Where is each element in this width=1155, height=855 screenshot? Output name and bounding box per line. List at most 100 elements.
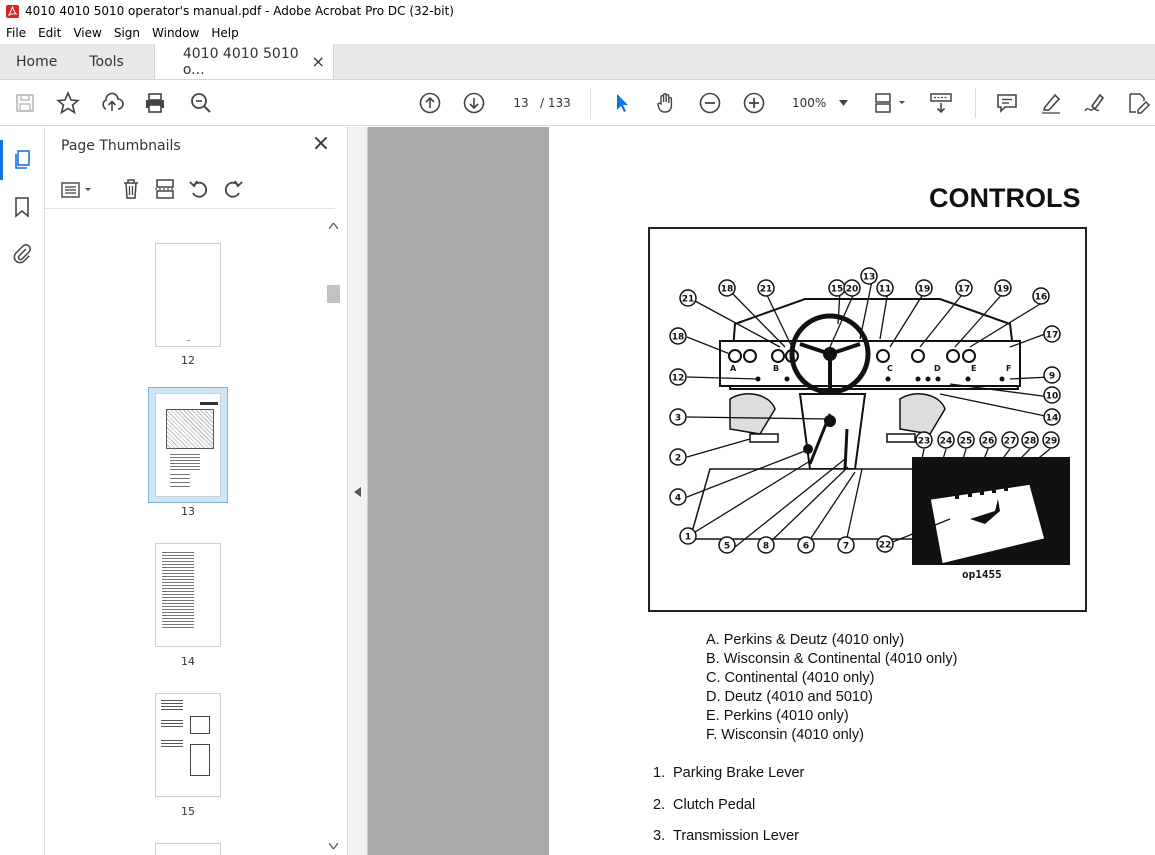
collapse-left-icon[interactable] (354, 487, 361, 497)
menu-sign[interactable]: Sign (108, 26, 146, 40)
callout-16: 16 (1032, 287, 1050, 309)
callout-1: 1 (679, 527, 697, 549)
scroll-down-icon[interactable] (329, 843, 338, 849)
print-icon[interactable] (143, 91, 167, 115)
comment-icon[interactable] (995, 91, 1019, 115)
controls-list-item: 1. Parking Brake Lever (653, 765, 804, 797)
scroll-up-icon[interactable] (329, 223, 338, 229)
svg-text:12: 12 (672, 374, 685, 384)
thumbnails-panel: Page Thumbnails × 12 13 14 15 (45, 127, 348, 855)
callout-10: 10 (1043, 386, 1061, 408)
page-thumbnails-icon[interactable] (12, 149, 34, 171)
sign-icon[interactable] (1083, 91, 1107, 115)
panel-toolbar (45, 169, 335, 209)
svg-text:6: 6 (803, 542, 809, 552)
prev-page-icon[interactable] (418, 91, 442, 115)
control-label: Clutch Pedal (673, 796, 756, 813)
control-number: 3. (653, 828, 666, 844)
bookmark-icon[interactable] (13, 196, 31, 218)
zoom-select[interactable]: 100% (786, 90, 854, 116)
callout-18: 18 (718, 279, 736, 301)
save-icon[interactable] (13, 91, 37, 115)
callout-14: 14 (1043, 408, 1061, 430)
callout-17: 17 (1043, 325, 1061, 347)
thumbnail-page-15[interactable] (155, 693, 221, 797)
controls-list-item: 3. Transmission Lever (653, 828, 804, 855)
menu-edit[interactable]: Edit (32, 26, 67, 40)
delete-page-icon[interactable] (121, 178, 141, 200)
menu-view[interactable]: View (67, 26, 107, 40)
thumbnail-label: 14 (181, 655, 195, 668)
svg-text:29: 29 (1045, 437, 1058, 447)
callout-7: 7 (837, 536, 855, 558)
upload-icon[interactable] (100, 91, 124, 115)
fit-page-icon[interactable] (873, 91, 909, 115)
svg-text:3: 3 (675, 414, 681, 424)
controls-figure: A B C D E F op1455 21 18 21 15 20 13 11 … (648, 227, 1087, 612)
rotate-cw-icon[interactable] (222, 178, 244, 200)
callout-28: 28 (1021, 431, 1039, 453)
page-heading: CONTROLS (929, 183, 1081, 213)
scroll-mode-icon[interactable] (929, 91, 953, 115)
tab-tools[interactable]: Tools (73, 44, 140, 79)
zoom-out-icon[interactable] (698, 91, 722, 115)
panel-collapse-handle[interactable] (348, 127, 368, 855)
svg-text:18: 18 (672, 333, 685, 343)
svg-text:21: 21 (682, 295, 695, 305)
tab-document-label: 4010 4010 5010 o... (182, 45, 299, 78)
thumbnail-label: 13 (181, 505, 195, 518)
engine-type-item: B. Wisconsin & Continental (4010 only) (706, 651, 958, 667)
thumbnail-page-14[interactable] (155, 543, 221, 647)
callout-6: 6 (797, 536, 815, 558)
rotate-ccw-icon[interactable] (188, 178, 210, 200)
engine-type-item: D. Deutz (4010 and 5010) (706, 689, 873, 705)
star-icon[interactable] (56, 91, 80, 115)
hand-icon[interactable] (654, 91, 678, 115)
highlight-icon[interactable] (1039, 91, 1063, 115)
svg-text:19: 19 (997, 285, 1010, 295)
svg-text:2: 2 (675, 454, 681, 464)
panel-close-icon[interactable]: × (311, 133, 331, 155)
menu-help[interactable]: Help (205, 26, 244, 40)
attachment-icon[interactable] (11, 242, 33, 264)
tab-close-icon[interactable]: × (311, 52, 324, 71)
zoom-in-icon[interactable] (742, 91, 766, 115)
svg-text:5: 5 (724, 542, 730, 552)
callout-25: 25 (957, 431, 975, 453)
thumbnail-page-16[interactable] (155, 843, 221, 855)
svg-text:20: 20 (846, 285, 859, 295)
edit-icon[interactable] (1126, 91, 1150, 115)
thumbnail-options-icon[interactable] (61, 181, 95, 199)
svg-text:17: 17 (1046, 331, 1059, 341)
thumbnail-page-13[interactable] (155, 393, 221, 497)
callout-21: 21 (679, 289, 697, 311)
thumbnail-page-12[interactable] (155, 243, 221, 347)
figure-code: op1455 (962, 568, 1002, 581)
thumbnail-list: 12 13 14 15 (45, 211, 331, 855)
svg-text:27: 27 (1004, 437, 1017, 447)
menu-window[interactable]: Window (146, 26, 205, 40)
svg-text:18: 18 (721, 285, 734, 295)
next-page-icon[interactable] (462, 91, 486, 115)
scroll-thumb[interactable] (327, 285, 340, 303)
thumbnail-label: 15 (181, 805, 195, 818)
tab-home[interactable]: Home (0, 44, 73, 79)
select-cursor-icon[interactable] (610, 91, 634, 115)
menu-file[interactable]: File (0, 26, 32, 40)
callout-21: 21 (757, 279, 775, 301)
control-label: Parking Brake Lever (673, 765, 805, 781)
callout-23: 23 (915, 431, 933, 453)
page-number-input[interactable]: 13 (506, 90, 536, 116)
search-zoom-icon[interactable] (189, 91, 213, 115)
panel-title: Page Thumbnails (61, 138, 181, 154)
svg-text:24: 24 (940, 437, 953, 447)
panel-letter-f: F (1006, 364, 1011, 373)
svg-text:13: 13 (863, 273, 876, 283)
left-rail (0, 127, 45, 855)
active-rail-indicator (0, 140, 3, 180)
callout-3: 3 (669, 408, 687, 430)
tab-document[interactable]: 4010 4010 5010 o... × (153, 44, 334, 79)
thumbnail-scrollbar[interactable] (325, 219, 342, 855)
svg-text:9: 9 (1049, 372, 1055, 382)
extract-page-icon[interactable] (154, 178, 176, 200)
